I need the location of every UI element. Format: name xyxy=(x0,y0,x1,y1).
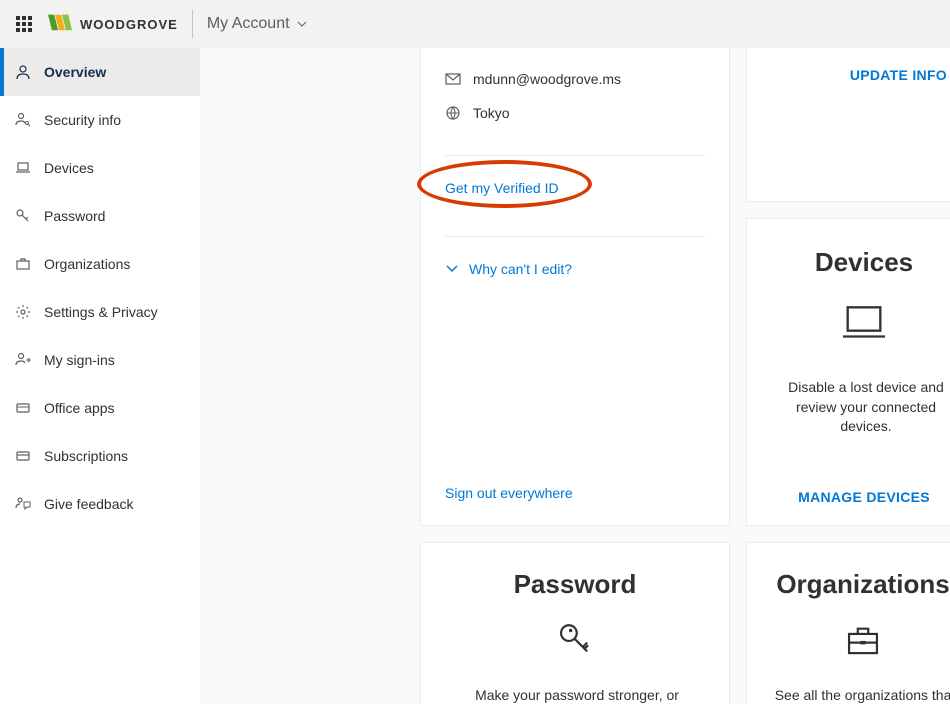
chevron-down-icon xyxy=(296,18,308,30)
sidebar-item-office-apps[interactable]: Office apps xyxy=(0,384,200,432)
why-cant-edit-link[interactable]: Why can't I edit? xyxy=(445,261,705,277)
devices-card: Devices Disable a lost device and review… xyxy=(746,218,950,526)
get-verified-id-link[interactable]: Get my Verified ID xyxy=(445,180,559,196)
organizations-description: See all the organizations that you're a … xyxy=(761,686,950,704)
card-icon xyxy=(14,447,32,465)
sidebar-item-label: Give feedback xyxy=(44,496,134,512)
profile-location-row: Tokyo xyxy=(445,105,705,121)
card-divider xyxy=(445,155,705,156)
sidebar-item-label: Subscriptions xyxy=(44,448,128,464)
organizations-title: Organizations xyxy=(776,569,949,600)
account-dropdown-label: My Account xyxy=(207,15,290,33)
brand-text: WOODGROVE xyxy=(80,17,178,32)
card-divider xyxy=(445,236,705,237)
sidebar-item-settings-privacy[interactable]: Settings & Privacy xyxy=(0,288,200,336)
main-content: mdunn@woodgrove.ms Tokyo Get my Verified… xyxy=(200,48,950,704)
sidebar-item-label: Security info xyxy=(44,112,121,128)
sidebar-item-security-info[interactable]: Security info xyxy=(0,96,200,144)
sidebar-item-subscriptions[interactable]: Subscriptions xyxy=(0,432,200,480)
brand-logo[interactable]: WOODGROVE xyxy=(48,12,178,36)
update-info-link[interactable]: UPDATE INFO xyxy=(850,67,950,83)
key-icon xyxy=(14,207,32,225)
sidebar-item-give-feedback[interactable]: Give feedback xyxy=(0,480,200,528)
chevron-down-icon xyxy=(445,262,459,276)
devices-title: Devices xyxy=(815,247,913,278)
password-title: Password xyxy=(514,569,637,600)
signin-icon xyxy=(14,351,32,369)
profile-location: Tokyo xyxy=(473,105,510,121)
app-header: WOODGROVE My Account xyxy=(0,0,950,48)
manage-devices-link[interactable]: MANAGE DEVICES xyxy=(798,489,930,505)
sidebar-item-devices[interactable]: Devices xyxy=(0,144,200,192)
woodgrove-logo-icon xyxy=(48,12,76,36)
sidebar-item-label: Organizations xyxy=(44,256,130,272)
sidebar-item-label: My sign-ins xyxy=(44,352,115,368)
globe-icon xyxy=(445,105,461,121)
mail-icon xyxy=(445,71,461,87)
briefcase-icon xyxy=(14,255,32,273)
header-divider xyxy=(192,10,193,38)
sidebar-item-label: Settings & Privacy xyxy=(44,304,158,320)
sidebar-item-overview[interactable]: Overview xyxy=(0,48,200,96)
feedback-icon xyxy=(14,495,32,513)
devices-description: Disable a lost device and review your co… xyxy=(763,378,950,437)
briefcase-large-icon xyxy=(835,620,891,662)
sidebar-item-label: Office apps xyxy=(44,400,115,416)
account-dropdown[interactable]: My Account xyxy=(207,15,308,33)
organizations-card: Organizations See all the organizations … xyxy=(746,542,950,704)
update-info-label: UPDATE INFO xyxy=(850,67,947,83)
sidebar-item-password[interactable]: Password xyxy=(0,192,200,240)
password-description: Make your password stronger, or change i… xyxy=(445,686,705,704)
person-icon xyxy=(14,63,32,81)
profile-email-row: mdunn@woodgrove.ms xyxy=(445,71,705,87)
key-person-icon xyxy=(14,111,32,129)
update-info-card: UPDATE INFO xyxy=(746,48,950,202)
laptop-large-icon xyxy=(836,298,892,354)
waffle-icon[interactable] xyxy=(8,8,40,40)
sidebar-item-organizations[interactable]: Organizations xyxy=(0,240,200,288)
laptop-icon xyxy=(14,159,32,177)
why-cant-edit-label: Why can't I edit? xyxy=(469,261,572,277)
sign-out-everywhere-link[interactable]: Sign out everywhere xyxy=(445,461,705,501)
sidebar-item-my-signins[interactable]: My sign-ins xyxy=(0,336,200,384)
profile-card: mdunn@woodgrove.ms Tokyo Get my Verified… xyxy=(420,48,730,526)
sidebar: Overview Security info Devices Password … xyxy=(0,48,200,704)
sidebar-item-label: Overview xyxy=(44,64,106,80)
sidebar-item-label: Password xyxy=(44,208,105,224)
profile-email: mdunn@woodgrove.ms xyxy=(473,71,621,87)
key-large-icon xyxy=(547,620,603,662)
gear-icon xyxy=(14,303,32,321)
apps-icon xyxy=(14,399,32,417)
sidebar-item-label: Devices xyxy=(44,160,94,176)
manage-devices-label: MANAGE DEVICES xyxy=(798,489,930,505)
password-card: Password Make your password stronger, or… xyxy=(420,542,730,704)
